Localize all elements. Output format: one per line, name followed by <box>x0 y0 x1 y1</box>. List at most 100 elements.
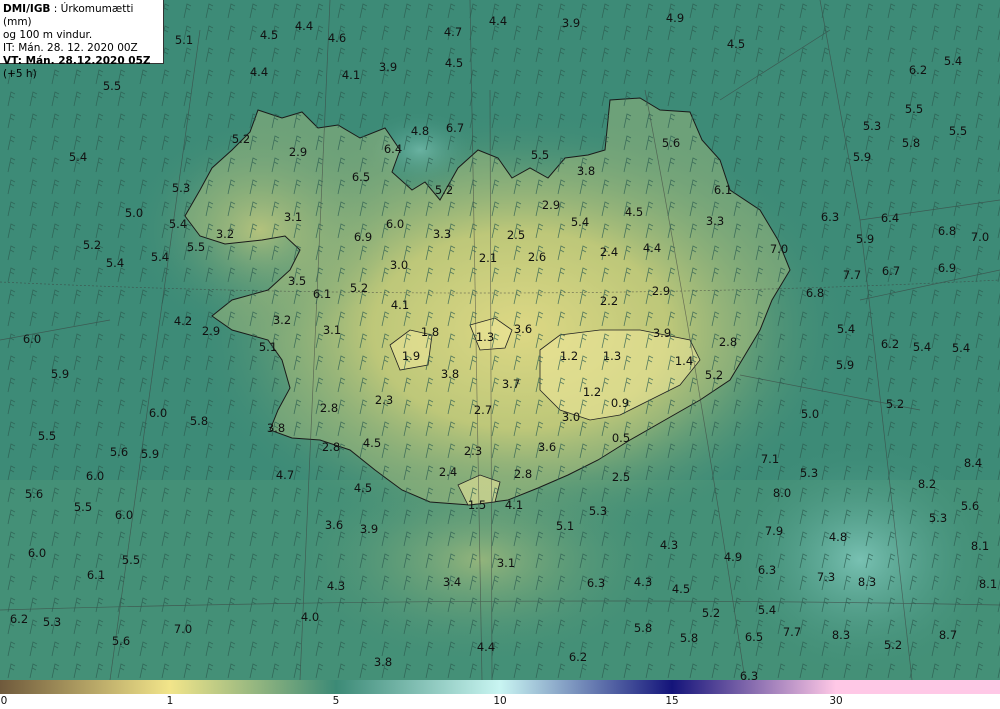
precip-value: 3.2 <box>216 227 234 241</box>
precip-value: 4.1 <box>391 298 409 312</box>
precip-value: 2.6 <box>528 250 546 264</box>
precip-value: 6.3 <box>740 669 758 680</box>
precip-value: 5.4 <box>151 250 169 264</box>
precip-value: 8.2 <box>918 477 936 491</box>
precip-value: 4.4 <box>295 19 313 33</box>
precip-value: 7.1 <box>761 452 779 466</box>
precip-value: 6.2 <box>881 337 899 351</box>
precip-value: 5.1 <box>556 519 574 533</box>
precip-value: 3.1 <box>284 210 302 224</box>
precip-value: 5.0 <box>801 407 819 421</box>
precip-value: 4.5 <box>727 37 745 51</box>
precip-value: 5.3 <box>172 181 190 195</box>
precip-value: 5.6 <box>961 499 979 513</box>
precip-value: 6.0 <box>28 546 46 560</box>
wind-barbs <box>0 0 1000 680</box>
colorbar-tick: 0 <box>0 695 8 707</box>
precip-value: 6.0 <box>386 217 404 231</box>
precip-value: 5.6 <box>112 634 130 648</box>
precip-value: 7.3 <box>817 570 835 584</box>
precip-value: 5.4 <box>913 340 931 354</box>
precip-value: 4.4 <box>477 640 495 654</box>
precip-value: 6.7 <box>882 264 900 278</box>
precip-value: 5.3 <box>929 511 947 525</box>
precip-value: 2.3 <box>375 393 393 407</box>
precip-value: 4.1 <box>342 68 360 82</box>
precip-value: 5.1 <box>259 340 277 354</box>
precip-value: 5.5 <box>122 553 140 567</box>
precip-value: 4.5 <box>354 481 372 495</box>
precip-value: 3.6 <box>538 440 556 454</box>
precip-value: 5.4 <box>952 341 970 355</box>
precip-value: 3.8 <box>577 164 595 178</box>
precip-value: 3.3 <box>706 214 724 228</box>
precip-value: 6.0 <box>149 406 167 420</box>
precip-value: 2.9 <box>289 145 307 159</box>
precip-value: 5.8 <box>680 631 698 645</box>
precip-value: 6.9 <box>938 261 956 275</box>
precip-value: 7.0 <box>770 242 788 256</box>
precip-value: 3.8 <box>441 367 459 381</box>
source-label: DMI/IGB <box>3 3 51 15</box>
precip-value: 3.1 <box>497 556 515 570</box>
precip-value: 4.9 <box>666 11 684 25</box>
precip-value: 5.9 <box>856 232 874 246</box>
precip-value: 5.0 <box>125 206 143 220</box>
precip-value: 3.0 <box>562 410 580 424</box>
precip-value: 5.2 <box>886 397 904 411</box>
colorbar-tick: 10 <box>493 695 507 707</box>
precip-value: 4.8 <box>411 124 429 138</box>
precip-value: 4.5 <box>260 28 278 42</box>
precip-value: 4.1 <box>505 498 523 512</box>
precip-value: 1.8 <box>421 325 439 339</box>
precip-value: 8.1 <box>971 539 989 553</box>
precip-value: 2.3 <box>464 444 482 458</box>
precip-value: 5.2 <box>350 281 368 295</box>
precip-value: 3.9 <box>562 16 580 30</box>
precip-value: 2.9 <box>652 284 670 298</box>
precip-value: 4.9 <box>724 550 742 564</box>
precip-value: 6.3 <box>758 563 776 577</box>
precip-value: 3.8 <box>374 655 392 669</box>
precip-value: 6.4 <box>881 211 899 225</box>
precip-value: 7.0 <box>971 230 989 244</box>
legend-line-4: VT: Mán. 28.12.2020 05Z (+5 h) <box>3 55 163 81</box>
precip-value: 5.5 <box>187 240 205 254</box>
precip-value: 6.8 <box>938 224 956 238</box>
precip-value: 3.9 <box>379 60 397 74</box>
precip-value: 3.6 <box>325 518 343 532</box>
precip-value: 5.5 <box>103 79 121 93</box>
precip-value: 8.0 <box>773 486 791 500</box>
precip-value: 1.2 <box>560 349 578 363</box>
precip-value: 6.2 <box>569 650 587 664</box>
precip-value: 3.9 <box>653 326 671 340</box>
precip-value: 2.8 <box>514 467 532 481</box>
precip-value: 2.4 <box>600 245 618 259</box>
precip-value: 6.1 <box>87 568 105 582</box>
precip-value: 6.0 <box>86 469 104 483</box>
precip-value: 4.7 <box>444 25 462 39</box>
precip-value: 2.4 <box>439 465 457 479</box>
precip-value: 5.9 <box>853 150 871 164</box>
precip-value: 4.4 <box>643 241 661 255</box>
precip-value: 8.7 <box>939 628 957 642</box>
precip-value: 5.4 <box>758 603 776 617</box>
precip-value: 4.5 <box>625 205 643 219</box>
precip-value: 2.9 <box>542 198 560 212</box>
offset-label: (+5 h) <box>3 68 37 80</box>
precip-value: 5.8 <box>902 136 920 150</box>
precip-value: 3.5 <box>288 274 306 288</box>
precip-value: 3.0 <box>390 258 408 272</box>
precip-value: 8.3 <box>858 575 876 589</box>
precip-value: 6.9 <box>354 230 372 244</box>
precip-value: 2.2 <box>600 294 618 308</box>
precip-value: 6.7 <box>446 121 464 135</box>
precip-value: 6.3 <box>821 210 839 224</box>
precip-value: 5.2 <box>83 238 101 252</box>
precip-value: 3.3 <box>433 227 451 241</box>
colorbar: 0 1 5 10 15 30 <box>0 680 1000 709</box>
precip-value: 7.7 <box>783 625 801 639</box>
precip-value: 1.3 <box>603 349 621 363</box>
precip-value: 6.2 <box>10 612 28 626</box>
colorbar-tick: 15 <box>665 695 679 707</box>
